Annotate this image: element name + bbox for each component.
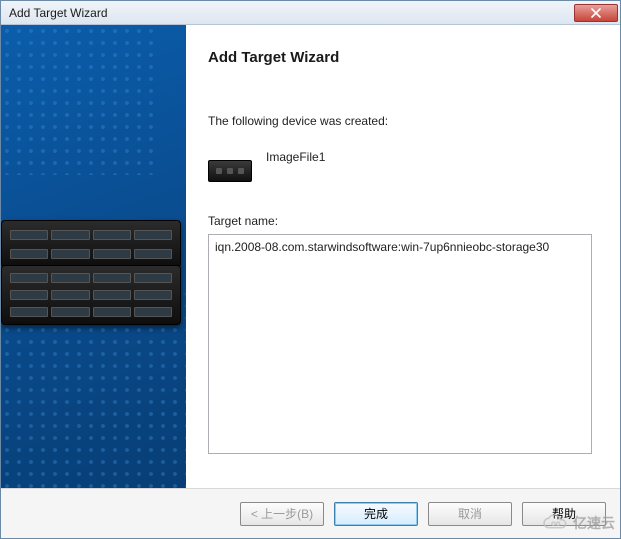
device-created-text: The following device was created: xyxy=(208,114,592,128)
device-icon xyxy=(208,160,252,182)
device-row: ImageFile1 xyxy=(208,150,592,182)
button-bar: < 上一步(B) 完成 取消 帮助 xyxy=(1,488,620,538)
target-name-input[interactable] xyxy=(208,234,592,454)
server-illustration-1 xyxy=(1,220,181,268)
titlebar: Add Target Wizard xyxy=(1,1,620,25)
content-area: Add Target Wizard The following device w… xyxy=(186,25,620,488)
help-button[interactable]: 帮助 xyxy=(522,502,606,526)
close-icon xyxy=(591,8,601,18)
finish-button[interactable]: 完成 xyxy=(334,502,418,526)
back-button[interactable]: < 上一步(B) xyxy=(240,502,324,526)
wizard-window: Add Target Wizard xyxy=(0,0,621,539)
server-illustration-2 xyxy=(1,265,181,325)
window-title: Add Target Wizard xyxy=(9,6,574,20)
cancel-button[interactable]: 取消 xyxy=(428,502,512,526)
wizard-heading: Add Target Wizard xyxy=(208,49,592,66)
sidebar-graphic xyxy=(1,25,186,488)
target-name-label: Target name: xyxy=(208,214,592,228)
wizard-body: Add Target Wizard The following device w… xyxy=(1,25,620,488)
device-name: ImageFile1 xyxy=(266,150,325,164)
close-button[interactable] xyxy=(574,4,618,22)
